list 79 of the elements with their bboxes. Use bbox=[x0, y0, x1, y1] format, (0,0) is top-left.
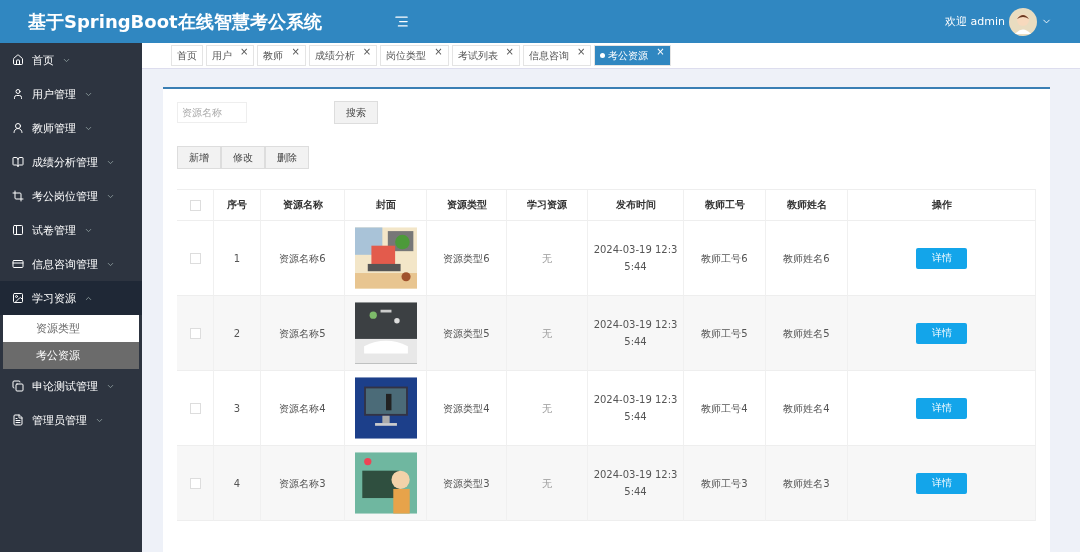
table-cell: 2 bbox=[214, 296, 261, 371]
card-icon bbox=[12, 258, 24, 270]
table-cell: 无 bbox=[507, 221, 588, 296]
sidebar-item[interactable]: 申论测试管理 bbox=[0, 369, 142, 403]
checkbox[interactable] bbox=[189, 199, 201, 211]
sidebar-item[interactable]: 考公岗位管理 bbox=[0, 179, 142, 213]
menu-icon[interactable] bbox=[394, 14, 409, 29]
table-cell-text: 2024-03-19 12:35:44 bbox=[592, 468, 679, 499]
table-cell: 教师工号4 bbox=[684, 371, 766, 446]
table-cell: 3 bbox=[214, 371, 261, 446]
search-button[interactable]: 搜索 bbox=[334, 101, 378, 124]
table-cell: 教师姓名6 bbox=[766, 221, 848, 296]
table-cell: 资源名称4 bbox=[261, 371, 345, 446]
table-cell: 教师姓名4 bbox=[766, 371, 848, 446]
image-icon bbox=[12, 292, 24, 304]
checkbox[interactable] bbox=[189, 477, 201, 489]
home-icon bbox=[12, 54, 24, 66]
checkbox[interactable] bbox=[189, 327, 201, 339]
sidebar-item[interactable]: 教师管理 bbox=[0, 111, 142, 145]
table-cell: 资源名称5 bbox=[261, 296, 345, 371]
tab[interactable]: 首页 bbox=[171, 45, 203, 66]
tab[interactable]: 成绩分析 × bbox=[308, 45, 378, 66]
action-button[interactable]: 新增 bbox=[177, 146, 221, 169]
greeting-text: 欢迎 admin bbox=[945, 14, 1005, 29]
checkbox[interactable] bbox=[189, 402, 201, 414]
close-icon[interactable]: × bbox=[240, 46, 249, 57]
tab[interactable]: 岗位类型 × bbox=[380, 45, 449, 66]
table-cell: 无 bbox=[507, 446, 588, 521]
close-icon[interactable]: × bbox=[434, 46, 443, 57]
submenu-item[interactable]: 考公资源 bbox=[3, 342, 139, 369]
copy-icon bbox=[12, 380, 24, 392]
table-cell: 无 bbox=[507, 296, 588, 371]
table-cell: 资源类型6 bbox=[427, 221, 507, 296]
close-icon[interactable]: × bbox=[291, 46, 300, 57]
checkbox[interactable] bbox=[189, 252, 201, 264]
search-field[interactable]: 资源名称 bbox=[177, 102, 247, 123]
tab[interactable]: 信息咨询 × bbox=[522, 45, 592, 66]
sidebar-item[interactable]: 成绩分析管理 bbox=[0, 145, 142, 179]
submenu-item[interactable]: 资源类型 bbox=[3, 315, 139, 342]
person-icon bbox=[12, 122, 24, 134]
table-cell: 1 bbox=[214, 221, 261, 296]
sidebar-item[interactable]: 用户管理 bbox=[0, 77, 142, 111]
table-cell: 教师工号6 bbox=[684, 221, 766, 296]
table-cell-text: 2024-03-19 12:35:44 bbox=[592, 318, 679, 349]
close-icon[interactable]: × bbox=[576, 46, 586, 57]
tab[interactable]: 用户 × bbox=[206, 45, 255, 66]
panel-icon bbox=[12, 224, 24, 236]
table-cell: 教师姓名5 bbox=[766, 296, 848, 371]
table-cell: 教师工号5 bbox=[684, 296, 766, 371]
sidebar-item[interactable]: 管理员管理 bbox=[0, 403, 142, 437]
table-cell: 资源名称6 bbox=[261, 221, 345, 296]
sidebar-item[interactable]: 首页 bbox=[0, 43, 142, 77]
action-button[interactable]: 修改 bbox=[221, 146, 265, 169]
close-icon[interactable]: × bbox=[362, 46, 372, 57]
sidebar-item[interactable]: 学习资源 bbox=[0, 281, 142, 315]
table-cell: 无 bbox=[507, 371, 588, 446]
table-cell: 教师工号3 bbox=[684, 446, 766, 521]
close-icon[interactable]: × bbox=[656, 46, 665, 57]
sidebar-item[interactable]: 试卷管理 bbox=[0, 213, 142, 247]
app-title: 基于SpringBoot在线智慧考公系统 bbox=[28, 9, 323, 34]
crop-icon bbox=[12, 190, 24, 202]
table-cell-text: 2024-03-19 12:35:44 bbox=[592, 393, 679, 424]
close-icon[interactable]: × bbox=[505, 46, 514, 57]
table-cell: 资源类型3 bbox=[427, 446, 507, 521]
table-cell-text: 2024-03-19 12:35:44 bbox=[592, 243, 679, 274]
user-icon bbox=[12, 88, 24, 100]
tab[interactable]: 考试列表 × bbox=[451, 45, 520, 66]
avatar-icon[interactable] bbox=[1009, 7, 1037, 36]
book-icon bbox=[12, 156, 24, 168]
tab[interactable]: 考公资源 × bbox=[594, 45, 671, 66]
sidebar-item[interactable]: 信息咨询管理 bbox=[0, 247, 142, 281]
tab[interactable]: 教师 × bbox=[257, 45, 306, 66]
action-button[interactable]: 删除 bbox=[265, 146, 309, 169]
table-cell: 资源名称3 bbox=[261, 446, 345, 521]
table-cell: 教师姓名3 bbox=[766, 446, 848, 521]
table-cell: 资源类型4 bbox=[427, 371, 507, 446]
table-cell: 资源类型5 bbox=[427, 296, 507, 371]
table-cell: 4 bbox=[214, 446, 261, 521]
document-icon bbox=[12, 414, 24, 426]
